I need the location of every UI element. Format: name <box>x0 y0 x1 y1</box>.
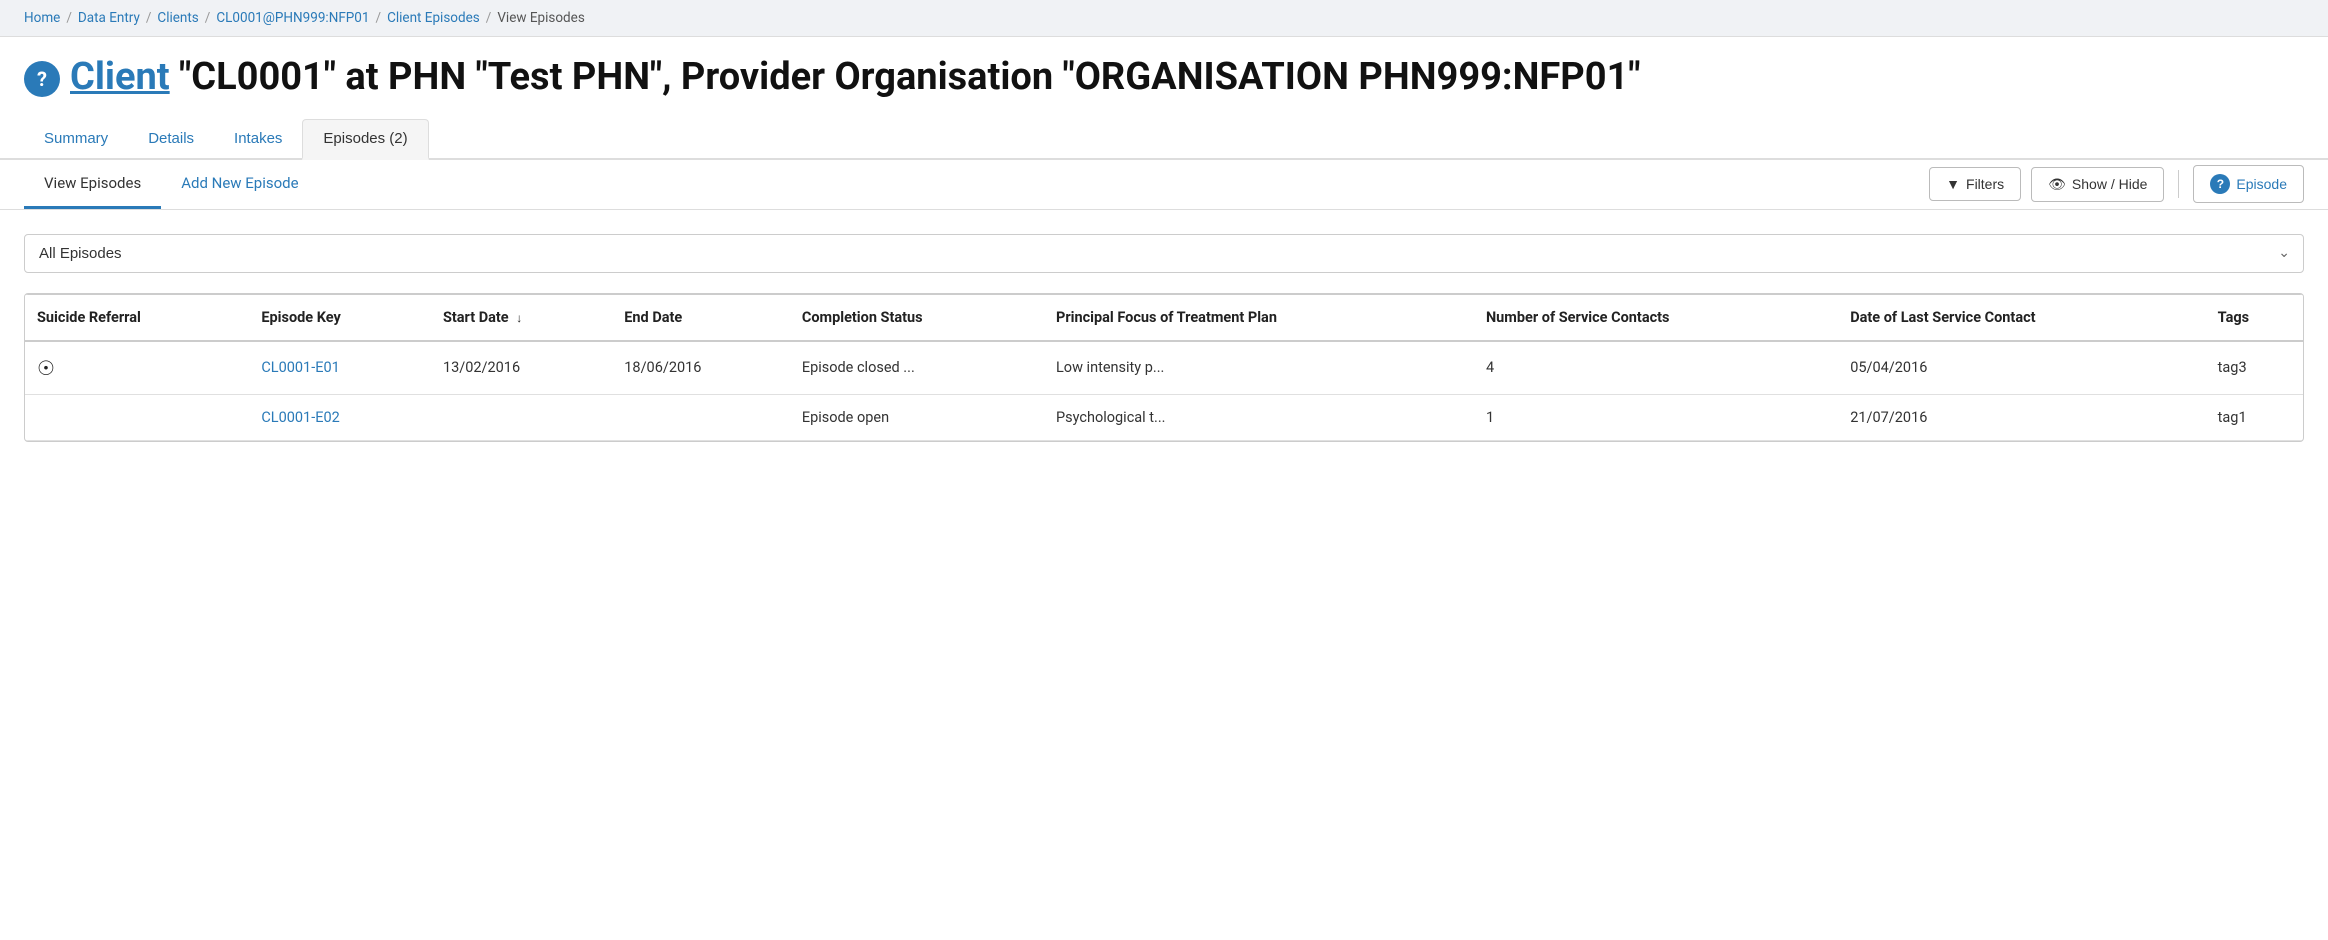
tabs-bar: Summary Details Intakes Episodes (2) <box>0 119 2328 160</box>
filters-label: Filters <box>1966 176 2004 192</box>
sub-nav-right: ▼ Filters 👁 Show / Hide ? Episode <box>1929 165 2304 203</box>
eye-icon: 👁 <box>2048 176 2066 193</box>
main-content: All Episodes Open Episodes Closed Episod… <box>0 210 2328 442</box>
col-episode-key[interactable]: Episode Key <box>249 294 431 341</box>
show-hide-label: Show / Hide <box>2072 176 2147 192</box>
cell-principal-focus-2: Psychological t... <box>1044 394 1474 440</box>
breadcrumb: Home / Data Entry / Clients / CL0001@PHN… <box>0 0 2328 37</box>
cell-episode-key-1[interactable]: CL0001-E01 <box>249 341 431 395</box>
breadcrumb-home[interactable]: Home <box>24 10 60 26</box>
table-row: CL0001-E02 Episode open Psychological t.… <box>25 394 2303 440</box>
episode-key-link-1[interactable]: CL0001-E01 <box>261 359 339 376</box>
client-help-icon[interactable]: ? <box>24 61 60 97</box>
cell-tags-1: tag3 <box>2206 341 2303 395</box>
cell-start-date-1: 13/02/2016 <box>431 341 612 395</box>
episode-help-button[interactable]: ? Episode <box>2193 165 2304 203</box>
page-title: Client "CL0001" at PHN "Test PHN", Provi… <box>70 55 1640 101</box>
breadcrumb-sep-3: / <box>205 10 211 26</box>
cell-episode-key-2[interactable]: CL0001-E02 <box>249 394 431 440</box>
breadcrumb-client-episodes[interactable]: Client Episodes <box>387 10 480 26</box>
sort-arrow-icon: ↓ <box>516 311 522 325</box>
breadcrumb-sep-5: / <box>486 10 492 26</box>
cell-last-contact-2: 21/07/2016 <box>1838 394 2205 440</box>
cell-suicide-referral-1: ☉ <box>25 341 249 395</box>
episodes-table: Suicide Referral Episode Key Start Date … <box>25 294 2303 441</box>
cell-completion-status-1: Episode closed ... <box>790 341 1044 395</box>
episode-help-icon: ? <box>2210 174 2230 194</box>
col-last-contact[interactable]: Date of Last Service Contact <box>1838 294 2205 341</box>
cell-principal-focus-1: Low intensity p... <box>1044 341 1474 395</box>
tab-episodes[interactable]: Episodes (2) <box>302 119 428 160</box>
table-row: ☉ CL0001-E01 13/02/2016 18/06/2016 Episo… <box>25 341 2303 395</box>
col-end-date[interactable]: End Date <box>612 294 790 341</box>
cell-end-date-1: 18/06/2016 <box>612 341 790 395</box>
col-start-date-label: Start Date <box>443 309 509 326</box>
cell-num-contacts-2: 1 <box>1474 394 1838 440</box>
col-tags[interactable]: Tags <box>2206 294 2303 341</box>
breadcrumb-data-entry[interactable]: Data Entry <box>78 10 140 26</box>
col-suicide-referral[interactable]: Suicide Referral <box>25 294 249 341</box>
col-completion-status[interactable]: Completion Status <box>790 294 1044 341</box>
breadcrumb-sep-4: / <box>375 10 381 26</box>
breadcrumb-clients[interactable]: Clients <box>157 10 198 26</box>
cell-completion-status-2: Episode open <box>790 394 1044 440</box>
episodes-filter-select[interactable]: All Episodes Open Episodes Closed Episod… <box>24 234 2304 273</box>
filter-select-wrap: All Episodes Open Episodes Closed Episod… <box>24 234 2304 273</box>
tab-details[interactable]: Details <box>128 120 214 160</box>
breadcrumb-sep-2: / <box>146 10 152 26</box>
col-principal-focus[interactable]: Principal Focus of Treatment Plan <box>1044 294 1474 341</box>
cell-start-date-2 <box>431 394 612 440</box>
table-header-row: Suicide Referral Episode Key Start Date … <box>25 294 2303 341</box>
show-hide-button[interactable]: 👁 Show / Hide <box>2031 167 2164 202</box>
filters-button[interactable]: ▼ Filters <box>1929 167 2021 201</box>
filter-icon: ▼ <box>1946 176 1960 192</box>
warning-icon: ☉ <box>37 356 55 380</box>
cell-tags-2: tag1 <box>2206 394 2303 440</box>
col-num-contacts[interactable]: Number of Service Contacts <box>1474 294 1838 341</box>
page-title-rest: "CL0001" at PHN "Test PHN", Provider Org… <box>170 55 1641 99</box>
breadcrumb-sep-1: / <box>66 10 72 26</box>
cell-end-date-2 <box>612 394 790 440</box>
breadcrumb-view-episodes: View Episodes <box>497 10 584 26</box>
col-start-date[interactable]: Start Date ↓ <box>431 294 612 341</box>
sub-nav-add-episode[interactable]: Add New Episode <box>161 160 318 209</box>
episode-help-label: Episode <box>2236 176 2287 192</box>
vertical-divider <box>2178 170 2179 198</box>
page-header: ? Client "CL0001" at PHN "Test PHN", Pro… <box>0 37 2328 111</box>
episodes-table-container: Suicide Referral Episode Key Start Date … <box>24 293 2304 442</box>
episode-key-link-2[interactable]: CL0001-E02 <box>261 409 339 426</box>
cell-last-contact-1: 05/04/2016 <box>1838 341 2205 395</box>
tab-summary[interactable]: Summary <box>24 120 128 160</box>
sub-nav: View Episodes Add New Episode ▼ Filters … <box>0 160 2328 210</box>
sub-nav-view-episodes[interactable]: View Episodes <box>24 160 161 209</box>
client-link[interactable]: Client <box>70 55 170 99</box>
cell-suicide-referral-2 <box>25 394 249 440</box>
cell-num-contacts-1: 4 <box>1474 341 1838 395</box>
sub-nav-left: View Episodes Add New Episode <box>24 160 1929 209</box>
tab-intakes[interactable]: Intakes <box>214 120 302 160</box>
breadcrumb-client-id[interactable]: CL0001@PHN999:NFP01 <box>216 10 369 26</box>
